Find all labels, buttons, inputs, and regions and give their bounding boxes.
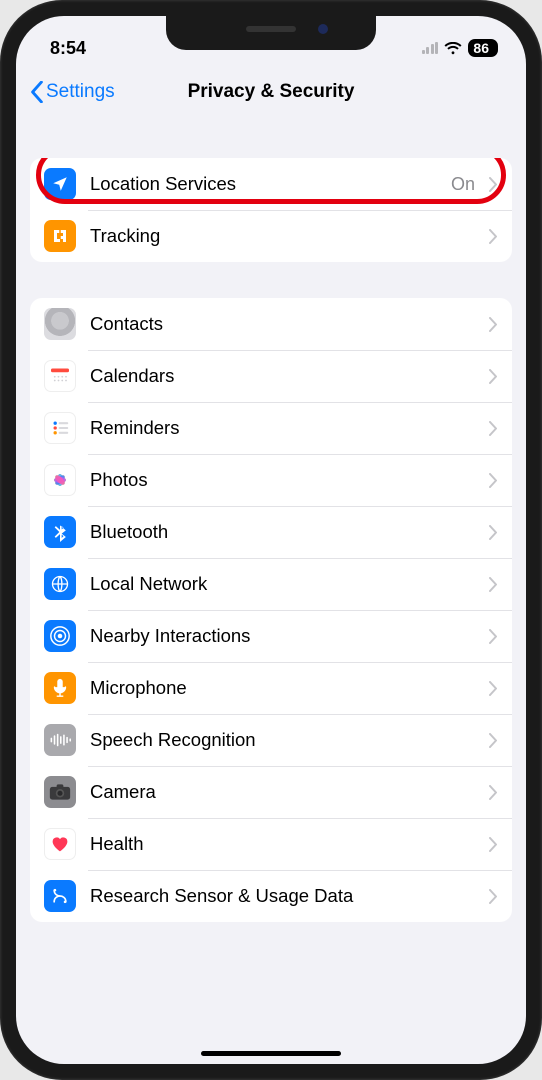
chevron-right-icon [489,577,498,592]
bluetooth-icon [44,516,76,548]
health-icon [44,828,76,860]
back-label: Settings [46,81,115,103]
microphone-icon [44,672,76,704]
row-research-sensor[interactable]: Research Sensor & Usage Data [30,870,512,922]
nav-header: Settings Privacy & Security [16,66,526,122]
chevron-right-icon [489,473,498,488]
row-label: Microphone [90,677,475,699]
chevron-right-icon [489,837,498,852]
chevron-right-icon [489,177,498,192]
row-label: Tracking [90,225,475,247]
cellular-icon [422,42,439,54]
chevron-right-icon [489,733,498,748]
nearby-interactions-icon [44,620,76,652]
row-microphone[interactable]: Microphone [30,662,512,714]
row-speech-recognition[interactable]: Speech Recognition [30,714,512,766]
photos-icon [44,464,76,496]
settings-group-1: Location Services On Tracking [30,158,512,262]
status-right: 86 [422,39,498,57]
chevron-right-icon [489,369,498,384]
speech-recognition-icon [44,724,76,756]
chevron-right-icon [489,421,498,436]
row-tracking[interactable]: Tracking [30,210,512,262]
row-value: On [451,174,475,195]
chevron-right-icon [489,525,498,540]
row-label: Speech Recognition [90,729,475,751]
row-contacts[interactable]: Contacts [30,298,512,350]
row-label: Camera [90,781,475,803]
research-icon [44,880,76,912]
back-button[interactable]: Settings [30,81,115,103]
row-nearby-interactions[interactable]: Nearby Interactions [30,610,512,662]
calendars-icon [44,360,76,392]
phone-frame: 8:54 86 Settings Privacy & Security [0,0,542,1080]
tracking-icon [44,220,76,252]
chevron-right-icon [489,889,498,904]
notch [166,16,376,50]
row-label: Bluetooth [90,521,475,543]
row-health[interactable]: Health [30,818,512,870]
row-label: Reminders [90,417,475,439]
contacts-icon [44,308,76,340]
status-time: 8:54 [50,38,86,59]
battery-icon: 86 [468,39,498,57]
chevron-left-icon [30,81,44,103]
chevron-right-icon [489,785,498,800]
row-label: Nearby Interactions [90,625,475,647]
chevron-right-icon [489,317,498,332]
row-label: Health [90,833,475,855]
row-photos[interactable]: Photos [30,454,512,506]
row-local-network[interactable]: Local Network [30,558,512,610]
home-indicator[interactable] [201,1051,341,1056]
location-icon [44,168,76,200]
row-label: Location Services [90,173,437,195]
row-label: Research Sensor & Usage Data [90,885,475,907]
row-label: Contacts [90,313,475,335]
row-label: Calendars [90,365,475,387]
chevron-right-icon [489,229,498,244]
screen: 8:54 86 Settings Privacy & Security [16,16,526,1064]
settings-group-2: Contacts Calendars Reminders [30,298,512,922]
row-location-services[interactable]: Location Services On [30,158,512,210]
row-calendars[interactable]: Calendars [30,350,512,402]
row-label: Local Network [90,573,475,595]
content-scroll[interactable]: Location Services On Tracking Contacts [16,122,526,1064]
chevron-right-icon [489,681,498,696]
reminders-icon [44,412,76,444]
row-camera[interactable]: Camera [30,766,512,818]
row-bluetooth[interactable]: Bluetooth [30,506,512,558]
chevron-right-icon [489,629,498,644]
row-reminders[interactable]: Reminders [30,402,512,454]
local-network-icon [44,568,76,600]
wifi-icon [444,42,462,55]
camera-icon [44,776,76,808]
row-label: Photos [90,469,475,491]
